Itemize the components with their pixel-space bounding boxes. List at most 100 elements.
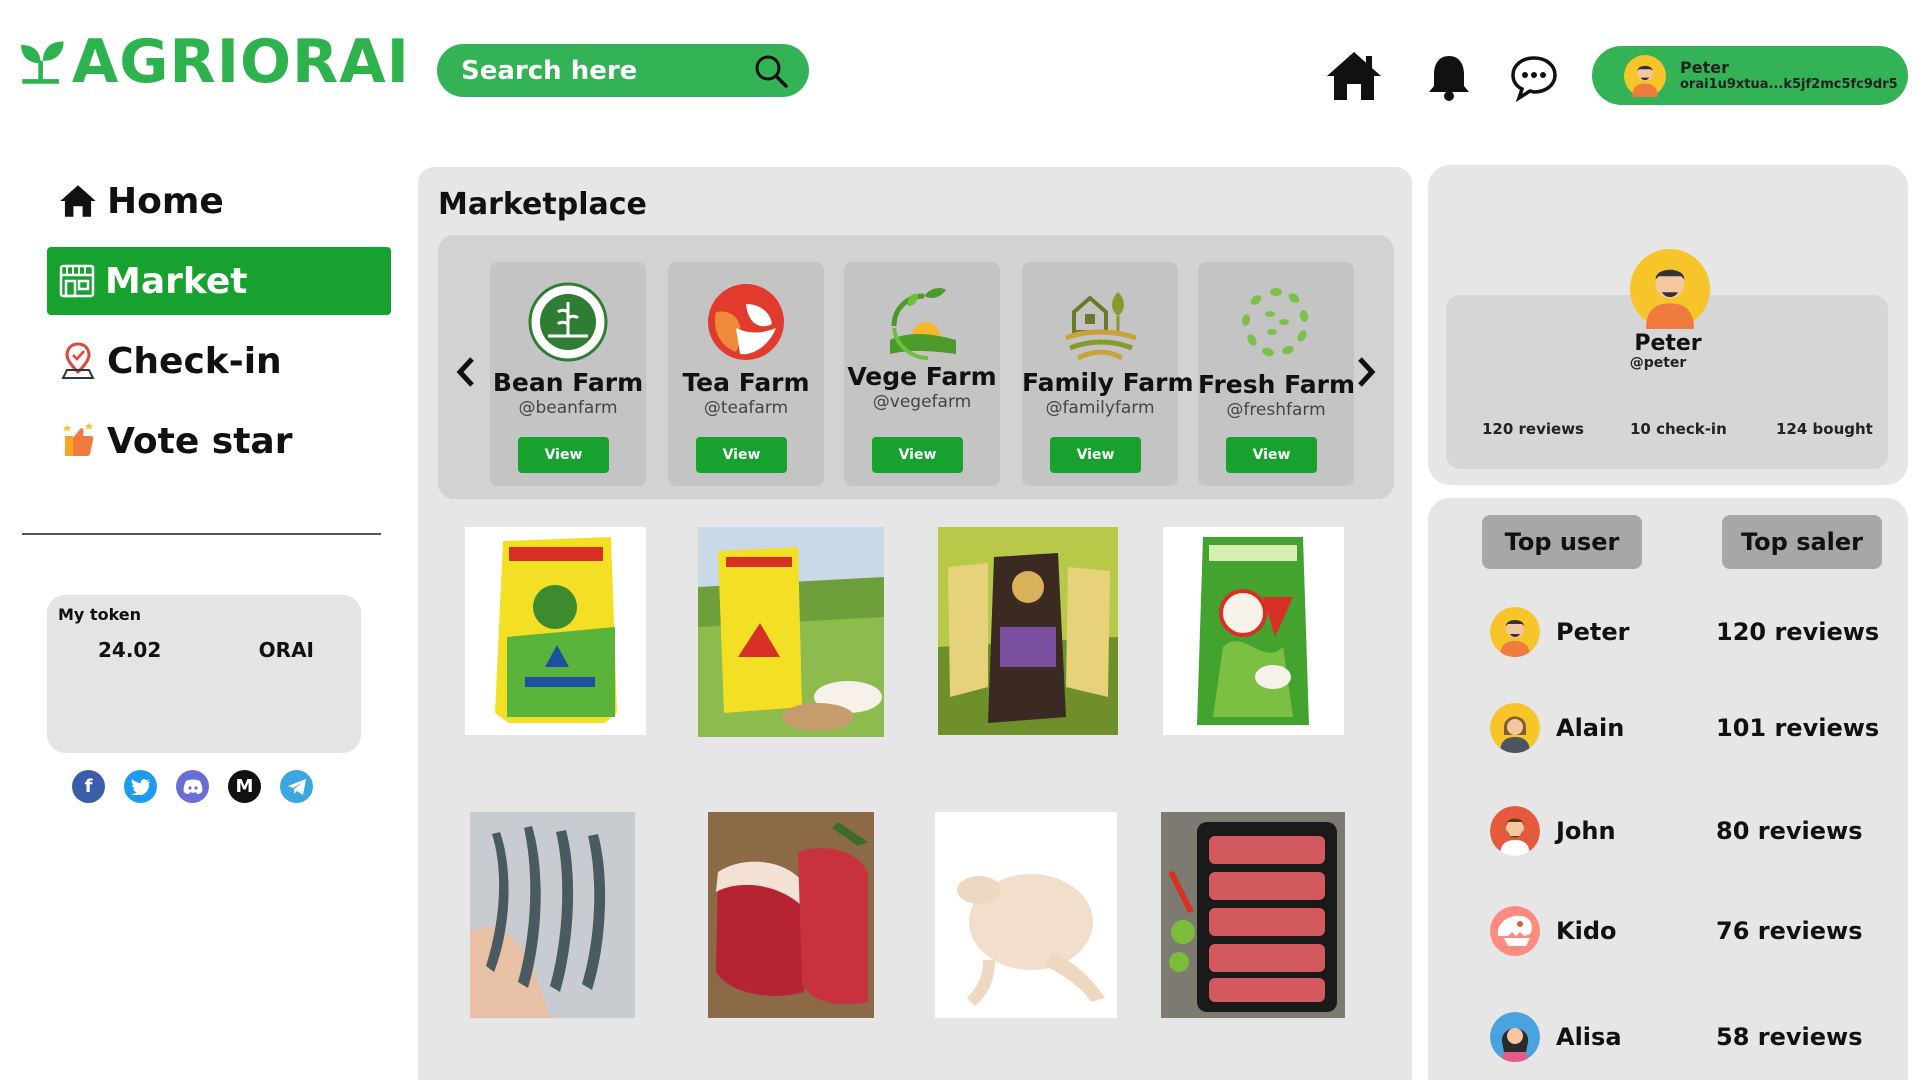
sidebar-divider: [22, 533, 381, 535]
star-icon: [63, 422, 94, 456]
ranking-panel: Top user Top saler Peter 120 reviews Ala…: [1428, 498, 1908, 1080]
product-rice-bag-clean-food[interactable]: [938, 527, 1118, 735]
sidebar-item-home[interactable]: Home: [47, 167, 391, 235]
discord-icon[interactable]: [176, 770, 209, 803]
user-avatar: [1490, 607, 1540, 657]
ranking-row[interactable]: John 80 reviews: [1490, 804, 1890, 858]
farm-card-fresh[interactable]: Fresh Farm @freshfarm View: [1198, 262, 1355, 486]
ranking-row[interactable]: Alisa 58 reviews: [1490, 1010, 1890, 1064]
profile-bought-stat: 124 bought: [1776, 420, 1873, 438]
brand-name: AGRIORAI: [71, 27, 410, 97]
sidebar-item-market[interactable]: Market: [47, 247, 391, 315]
farm-card-family[interactable]: Family Farm @familyfarm View: [1022, 262, 1194, 486]
product-shrimp[interactable]: [470, 812, 635, 1018]
medium-icon[interactable]: M: [228, 770, 261, 803]
telegram-icon[interactable]: [280, 770, 313, 803]
sidebar-item-label: Check-in: [107, 340, 282, 382]
farm-card-bean[interactable]: Bean Farm @beanfarm View: [490, 262, 646, 486]
profile-panel: Peter @peter 120 reviews 10 check-in 124…: [1428, 165, 1908, 485]
search-icon[interactable]: [753, 53, 789, 89]
store-icon: [59, 264, 95, 298]
home-icon[interactable]: [1325, 50, 1383, 102]
brand-logo[interactable]: AGRIORAI: [20, 22, 410, 102]
token-symbol: ORAI: [258, 638, 314, 662]
product-rice-bag-field[interactable]: [698, 527, 884, 737]
ranking-row[interactable]: Alain 101 reviews: [1490, 701, 1890, 755]
farm-handle: @beanfarm: [518, 398, 618, 418]
ranking-user-name: John: [1556, 817, 1616, 845]
farm-handle: @vegefarm: [872, 392, 972, 412]
tab-top-saler[interactable]: Top saler: [1722, 515, 1882, 569]
user-name: Peter: [1680, 58, 1729, 78]
facebook-icon[interactable]: f: [72, 770, 105, 803]
search-bar[interactable]: Search here: [437, 44, 809, 97]
marketplace-title: Marketplace: [438, 187, 647, 222]
ranking-user-name: Peter: [1556, 618, 1630, 646]
farm-name: Tea Farm: [682, 368, 810, 397]
farm-handle: @familyfarm: [1045, 398, 1155, 418]
farm-card-vege[interactable]: Vege Farm @vegefarm View: [844, 262, 1000, 486]
twitter-icon[interactable]: [124, 770, 157, 803]
token-label: My token: [58, 605, 142, 624]
farm-name: Vege Farm: [847, 362, 997, 391]
search-input[interactable]: Search here: [461, 56, 753, 86]
wallet-address: orai1u9xtua...k5jf2mc5fc9dr5: [1680, 77, 1898, 93]
home-icon: [60, 185, 96, 217]
profile-name: Peter: [1634, 331, 1702, 356]
sidebar-item-label: Home: [107, 180, 224, 222]
user-account-pill[interactable]: Peter orai1u9xtua...k5jf2mc5fc9dr5: [1592, 46, 1908, 105]
chat-icon[interactable]: [1510, 54, 1562, 102]
product-sliced-beef-tray[interactable]: [1161, 812, 1345, 1018]
family-farm-logo: [1065, 292, 1137, 361]
product-beef-steak[interactable]: [708, 812, 874, 1018]
sprout-logo-icon: [21, 41, 64, 84]
tab-top-user[interactable]: Top user: [1482, 515, 1642, 569]
tea-farm-logo: [708, 284, 784, 360]
view-farm-button[interactable]: View: [872, 437, 963, 473]
profile-avatar[interactable]: [1630, 249, 1710, 329]
ranking-user-reviews: 80 reviews: [1716, 817, 1863, 845]
farm-handle: @freshfarm: [1226, 400, 1326, 420]
user-avatar: [1490, 1012, 1540, 1062]
view-farm-button[interactable]: View: [1050, 437, 1141, 473]
ranking-row[interactable]: Peter 120 reviews: [1490, 605, 1890, 659]
user-avatar: [1490, 703, 1540, 753]
carousel-next-icon[interactable]: [1354, 355, 1378, 389]
bean-farm-logo: [528, 282, 608, 362]
ranking-user-name: Alisa: [1556, 1023, 1622, 1051]
profile-reviews-stat: 120 reviews: [1482, 420, 1584, 438]
token-amount: 24.02: [98, 638, 162, 662]
fresh-farm-logo: [1241, 288, 1309, 357]
sidebar-item-label: Vote star: [107, 420, 293, 462]
sidebar-item-checkin[interactable]: Check-in: [47, 327, 391, 395]
farm-name: Bean Farm: [492, 368, 644, 397]
ranking-user-reviews: 76 reviews: [1716, 917, 1863, 945]
user-avatar: [1624, 54, 1666, 97]
farm-handle: @teafarm: [703, 398, 789, 418]
vege-farm-logo: [890, 288, 956, 360]
map-pin-icon: [61, 342, 95, 379]
marketplace-panel: Marketplace Bean Farm @beanfarm View Tea…: [418, 167, 1412, 1080]
view-farm-button[interactable]: View: [518, 437, 609, 473]
sidebar-item-label: Market: [105, 260, 248, 302]
token-card: My token 24.02 ORAI: [47, 595, 361, 753]
ranking-row[interactable]: Kido 76 reviews: [1490, 904, 1890, 958]
view-farm-button[interactable]: View: [696, 437, 787, 473]
sidebar-item-vote-star[interactable]: Vote star: [47, 407, 391, 475]
product-whole-chicken[interactable]: [935, 812, 1117, 1018]
view-farm-button[interactable]: View: [1226, 437, 1317, 473]
ranking-user-reviews: 58 reviews: [1716, 1023, 1863, 1051]
ranking-user-reviews: 101 reviews: [1716, 714, 1880, 742]
product-rice-bag-green[interactable]: [1163, 527, 1344, 735]
ranking-user-reviews: 120 reviews: [1716, 618, 1880, 646]
product-rice-bag-yellow[interactable]: [465, 527, 646, 735]
social-links: f M: [72, 770, 313, 803]
profile-handle: @peter: [1629, 355, 1687, 371]
notification-bell-icon[interactable]: [1427, 52, 1471, 102]
farm-card-tea[interactable]: Tea Farm @teafarm View: [668, 262, 824, 486]
farm-name: Family Farm: [1022, 368, 1194, 397]
profile-checkins-stat: 10 check-in: [1630, 420, 1727, 438]
carousel-prev-icon[interactable]: [454, 355, 478, 389]
user-avatar: [1490, 806, 1540, 856]
ranking-user-name: Alain: [1556, 714, 1625, 742]
